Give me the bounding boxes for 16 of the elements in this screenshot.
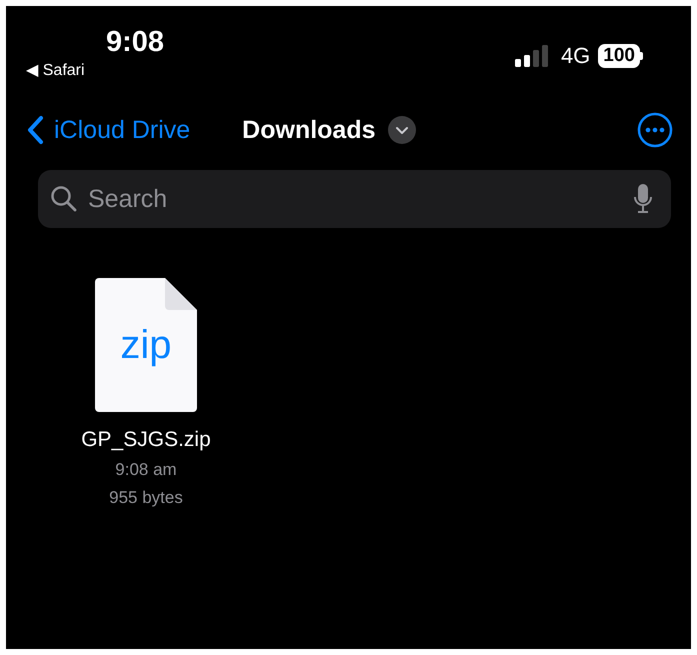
file-name: GP_SJGS.zip <box>81 428 211 452</box>
chevron-down-icon[interactable] <box>388 116 416 144</box>
back-to-app-link[interactable]: ◀ Safari <box>26 60 164 80</box>
microphone-icon[interactable] <box>633 183 653 215</box>
zip-file-icon[interactable]: zip <box>95 278 197 412</box>
signal-icon <box>514 45 551 67</box>
battery-indicator: 100 <box>598 44 640 68</box>
chevron-left-icon <box>26 115 44 145</box>
file-time: 9:08 am <box>115 460 177 480</box>
back-button[interactable]: iCloud Drive <box>26 115 190 145</box>
network-label: 4G <box>560 43 590 69</box>
file-size: 955 bytes <box>109 488 183 508</box>
more-icon[interactable] <box>637 112 673 148</box>
folder-title: Downloads <box>242 116 376 144</box>
clock-time: 9:08 <box>106 26 164 58</box>
search-field[interactable]: Search <box>38 170 671 228</box>
